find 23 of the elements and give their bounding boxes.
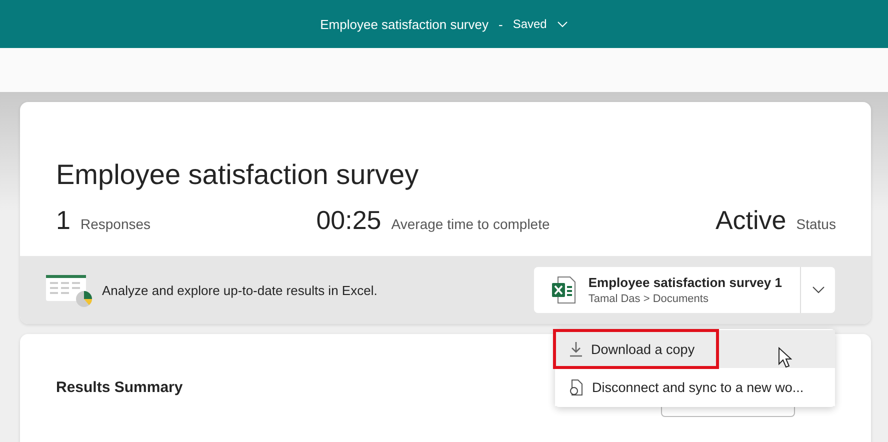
chevron-down-icon[interactable] bbox=[556, 20, 568, 28]
download-icon bbox=[569, 341, 583, 357]
form-title: Employee satisfaction survey bbox=[55, 158, 420, 191]
chevron-down-icon bbox=[812, 286, 824, 294]
stat-label: Status bbox=[796, 216, 836, 232]
spreadsheet-chart-icon bbox=[46, 273, 94, 307]
stat-value: 1 bbox=[56, 205, 70, 236]
file-sync-icon bbox=[569, 378, 584, 396]
file-name: Employee satisfaction survey 1 bbox=[588, 275, 782, 290]
stat-value: 00:25 bbox=[316, 205, 382, 236]
file-path: Tamal Das > Documents bbox=[588, 293, 710, 305]
menu-item[interactable]: Disconnect and sync to a new wo... bbox=[555, 368, 835, 406]
stat-label: Average time to complete bbox=[391, 216, 550, 232]
stat-value: Active bbox=[715, 205, 786, 236]
survey-title: Employee satisfaction survey bbox=[320, 16, 488, 32]
excel-file-icon bbox=[552, 276, 576, 304]
excel-prompt: Analyze and explore up-to-date results in Excel. bbox=[102, 282, 378, 298]
menu-item[interactable]: Download a copy bbox=[555, 330, 835, 368]
save-status[interactable]: Saved bbox=[512, 17, 547, 31]
section-heading: Results Summary bbox=[56, 379, 183, 396]
title-separator: - bbox=[498, 16, 503, 32]
cursor-icon bbox=[778, 347, 792, 368]
stat-label: Responses bbox=[80, 216, 151, 232]
